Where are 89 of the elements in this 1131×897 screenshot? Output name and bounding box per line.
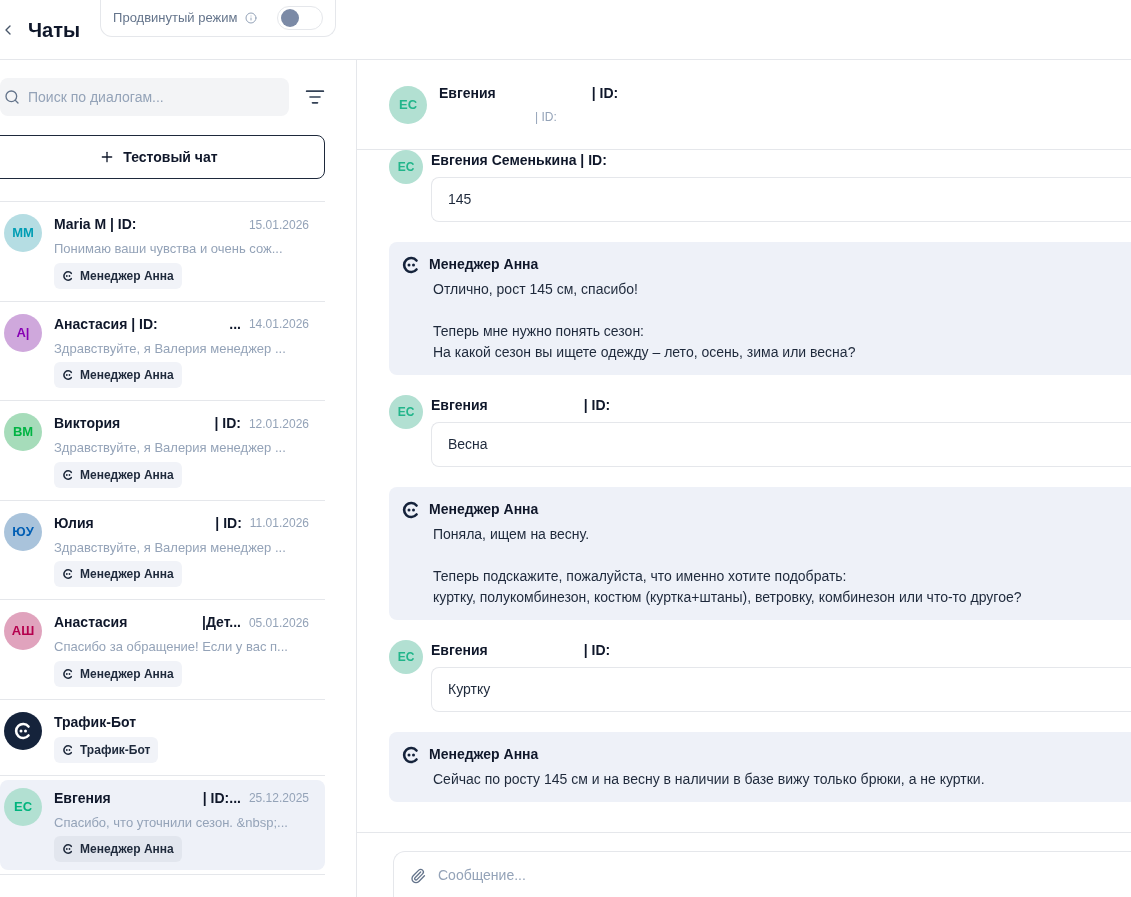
search-input[interactable]: Поиск по диалогам...	[28, 86, 289, 108]
chat-item[interactable]: А| Анастасия | ID: ... 14.01.2026 Здравствуйте, я Валерия менеджер ... Менеджер Анна	[0, 305, 325, 396]
message-text: Теперь подскажите, пожалуйста, что именно хотите подобрать: куртку, полукомбинезон, костюм (куртка+штаны), ветровку, комбинезон или что-то другое?	[433, 567, 1023, 607]
search-icon	[4, 89, 20, 105]
bot-icon	[62, 667, 74, 680]
contact-id: | ID:	[591, 84, 619, 103]
chat-date: 15.01.2026	[248, 216, 309, 234]
test-chat-button[interactable]: Тестовый чат	[0, 135, 325, 179]
bot-icon	[62, 468, 74, 481]
chat-id: | ID:	[215, 513, 242, 533]
advanced-mode-label: Продвинутый режим	[113, 8, 238, 27]
chat-preview: Здравствуйте, я Валерия менеджер ...	[54, 439, 287, 457]
agent-tag: Менеджер Анна	[54, 660, 182, 687]
avatar: ЕС	[4, 787, 42, 826]
advanced-mode-toggle[interactable]	[277, 5, 324, 30]
bot-icon	[401, 254, 421, 275]
chat-id: | ID:	[214, 414, 241, 433]
agent-tag: Трафик-Бот	[54, 736, 159, 763]
chat-date: 14.01.2026	[248, 316, 309, 333]
chat-item[interactable]: ВМ Виктория | ID: 12.01.2026 Здравствуйте, я Валерия менеджер ... Менеджер Анна	[0, 405, 325, 496]
chat-id: | ID:...	[202, 788, 241, 808]
sender-name: Менеджер Анна	[429, 745, 539, 764]
message-text: Теперь мне нужно понять сезон: На какой сезон вы ищете одежду – лето, осень, зима или весна?	[433, 322, 857, 362]
chat-item[interactable]: ЮУ Юлия | ID: 11.01.2026 Здравствуйте, я Валерия менеджер ... Менеджер Анна	[0, 504, 325, 595]
chat-name: Виктория	[54, 414, 121, 433]
chat-preview: Здравствуйте, я Валерия менеджер ...	[54, 538, 287, 557]
avatar: ММ	[4, 214, 42, 252]
chat-name: Анастасия | ID:	[54, 314, 158, 334]
chat-date: 12.01.2026	[248, 415, 309, 433]
avatar: ЮУ	[4, 512, 42, 551]
message-text: Поняла, ищем на весну.	[433, 525, 591, 544]
chat-name: Евгения	[54, 788, 111, 808]
sender-name: Менеджер Анна	[429, 255, 539, 274]
chat-name: Maria M | ID:	[54, 215, 137, 234]
avatar: АШ	[4, 612, 42, 650]
bot-icon	[13, 720, 33, 741]
chat-name: Трафик-Бот	[54, 712, 136, 732]
chat-date: 25.12.2025	[248, 790, 309, 807]
chat-date: 05.01.2026	[248, 614, 309, 632]
bot-icon	[62, 369, 74, 381]
message-bubble: 145	[431, 177, 1131, 222]
message-text-input[interactable]: Сообщение...	[438, 865, 1131, 886]
attach-icon[interactable]	[410, 867, 426, 884]
bot-icon	[62, 843, 74, 855]
chat-item[interactable]: ЕС Евгения | ID:... 25.12.2025 Спасибо, что уточнили сезон. &nbsp;... Менеджер Анна	[0, 779, 325, 870]
bot-icon	[62, 269, 74, 282]
bot-icon	[401, 744, 421, 765]
agent-tag: Менеджер Анна	[54, 362, 182, 388]
chat-preview: Здравствуйте, я Валерия менеджер ...	[54, 339, 287, 358]
chat-date: 11.01.2026	[249, 515, 309, 532]
chat-item[interactable]: ММ Maria M | ID: 15.01.2026 Понимаю ваши чувства и очень сож... Менеджер Анна	[0, 206, 325, 297]
bot-icon	[62, 743, 74, 756]
search-field[interactable]: Поиск по диалогам...	[0, 78, 289, 116]
bot-icon	[401, 499, 421, 520]
sender-name: Евгения	[431, 641, 488, 660]
chat-preview: Спасибо за обращение! Если у вас п...	[54, 638, 289, 656]
sender-id: | ID:	[583, 641, 611, 660]
sender-name: Евгения Семенькина | ID:	[431, 151, 607, 170]
message-bubble: Весна	[431, 422, 1131, 467]
sender-name: Евгения	[431, 396, 488, 415]
avatar: ЕС	[389, 640, 423, 674]
contact-sub-id: | ID:	[534, 109, 558, 126]
chat-id: |Дет...	[201, 613, 241, 632]
chat-item[interactable]: Трафик-Бот Трафик-Бот	[0, 703, 325, 771]
avatar: А|	[4, 313, 42, 352]
chat-name: Анастасия	[54, 613, 128, 632]
chat-preview: Спасибо, что уточнили сезон. &nbsp;...	[54, 813, 289, 832]
chat-name: Юлия	[54, 513, 94, 533]
chat-preview: Понимаю ваши чувства и очень сож...	[54, 240, 284, 258]
avatar: ЕС	[389, 150, 423, 184]
sender-id: | ID:	[583, 396, 611, 415]
page-title: Чаты	[28, 17, 81, 43]
agent-tag: Менеджер Анна	[54, 461, 182, 488]
bot-icon	[62, 568, 74, 580]
avatar: ВМ	[4, 413, 42, 451]
contact-name: Евгения	[439, 84, 496, 103]
agent-tag: Менеджер Анна	[54, 561, 182, 587]
filter-icon[interactable]	[305, 87, 325, 107]
chat-item[interactable]: АШ Анастасия |Дет... 05.01.2026 Спасибо за обращение! Если у вас п... Менеджер Анна	[0, 604, 325, 695]
chat-id: ...	[229, 314, 241, 334]
agent-tag: Менеджер Анна	[54, 262, 182, 289]
message-text: Сейчас по росту 145 см и на весну в наличии в базе вижу только брюки, а не куртки.	[433, 770, 986, 789]
agent-tag: Менеджер Анна	[54, 836, 182, 862]
contact-avatar: ЕС	[389, 85, 427, 124]
message-input[interactable]: Сообщение...	[393, 851, 1131, 897]
sender-name: Менеджер Анна	[429, 500, 539, 519]
message-bubble: Куртку	[431, 667, 1131, 712]
message-text: Отлично, рост 145 см, спасибо!	[433, 280, 639, 299]
avatar: ЕС	[389, 395, 423, 429]
